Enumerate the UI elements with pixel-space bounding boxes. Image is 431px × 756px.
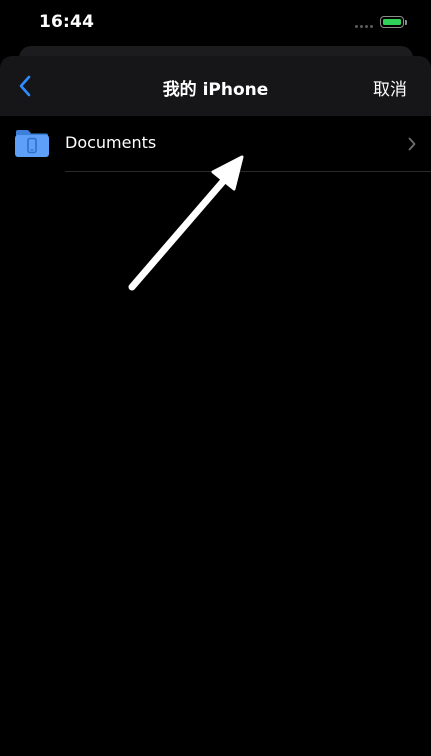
files-picker-screen: 16:44 我的 iPhone 取消 Documents [0, 0, 431, 756]
chevron-right-icon [408, 137, 416, 151]
list-item-documents[interactable]: Documents [0, 116, 431, 172]
chevron-left-icon [19, 75, 31, 97]
status-time: 16:44 [39, 12, 95, 32]
cancel-button[interactable]: 取消 [373, 75, 407, 100]
back-button[interactable] [14, 73, 38, 99]
status-bar: 16:44 [0, 0, 431, 46]
list-item-label: Documents [65, 133, 157, 152]
row-separator [65, 171, 431, 172]
folder-phone-icon [15, 130, 49, 157]
navigation-bar: 我的 iPhone 取消 [0, 56, 431, 116]
signal-dots-icon [355, 25, 375, 29]
file-list: Documents [0, 116, 431, 172]
file-browser-sheet: 我的 iPhone 取消 Documents [0, 56, 431, 756]
battery-cap [405, 20, 407, 25]
battery-fill [382, 18, 401, 25]
page-title: 我的 iPhone [162, 80, 269, 100]
battery-icon [380, 16, 404, 28]
